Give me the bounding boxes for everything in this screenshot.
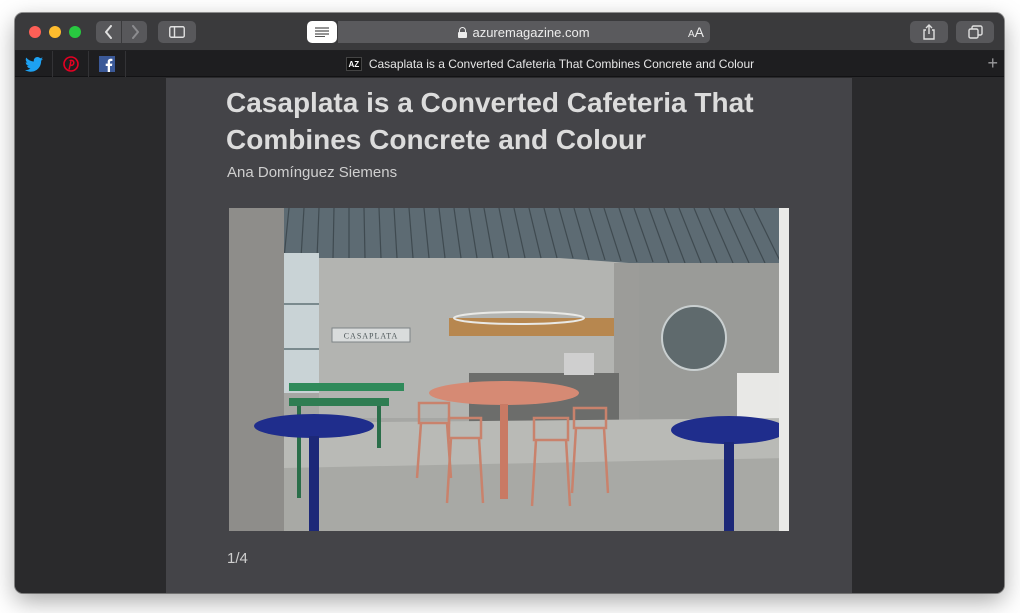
favorite-twitter[interactable] (24, 54, 44, 74)
article-photo[interactable]: CASAPLATA (229, 208, 789, 531)
show-tabs-button[interactable] (956, 21, 994, 43)
cafeteria-photo: CASAPLATA (229, 208, 789, 531)
zoom-window-button[interactable] (69, 26, 81, 38)
address-bar[interactable]: azuremagazine.com AA (338, 21, 710, 43)
new-tab-button[interactable]: + (987, 53, 998, 73)
reader-icon (315, 27, 329, 37)
back-button[interactable] (96, 21, 121, 43)
lock-icon (458, 26, 468, 38)
site-favicon: AZ (345, 57, 362, 71)
casaplata-sign-text: CASAPLATA (344, 332, 399, 341)
share-icon (923, 24, 935, 40)
page-content: Casaplata is a Converted Cafeteria That … (15, 78, 1004, 593)
tabs-overview-icon (967, 25, 983, 39)
chevron-right-icon (131, 25, 139, 39)
tab-title-text: Casaplata is a Converted Cafeteria That … (368, 57, 755, 71)
facebook-icon (99, 56, 115, 72)
article-title: Casaplata is a Converted Cafeteria That … (226, 87, 754, 155)
favorite-pinterest[interactable] (61, 54, 81, 74)
chevron-left-icon (104, 25, 112, 39)
favorites-divider (88, 51, 89, 77)
pinterest-icon (63, 56, 79, 72)
favorite-facebook[interactable] (97, 54, 117, 74)
forward-button[interactable] (122, 21, 147, 43)
sidebar-icon (169, 26, 185, 38)
reader-view: Casaplata is a Converted Cafeteria That … (166, 78, 852, 593)
text-size-button[interactable]: AA (688, 24, 704, 40)
share-button[interactable] (910, 21, 948, 43)
toolbar: azuremagazine.com AA (15, 13, 1004, 51)
twitter-icon (25, 56, 43, 72)
text-size-large-label: A (694, 24, 704, 40)
image-counter: 1/4 (227, 550, 248, 567)
tab-bar: AZ Casaplata is a Converted Cafeteria Th… (15, 51, 1004, 77)
browser-window: azuremagazine.com AA AZ Casaplata is a C… (15, 13, 1004, 593)
reader-view-button[interactable] (307, 21, 337, 43)
favorites-divider (52, 51, 53, 77)
sidebar-button[interactable] (158, 21, 196, 43)
close-window-button[interactable] (29, 26, 41, 38)
active-tab[interactable]: AZ Casaplata is a Converted Cafeteria Th… (125, 51, 975, 77)
text-size-small-label: A (687, 29, 695, 40)
minimize-window-button[interactable] (49, 26, 61, 38)
url-text: azuremagazine.com (472, 24, 590, 40)
article-author: Ana Domínguez Siemens (227, 164, 398, 181)
